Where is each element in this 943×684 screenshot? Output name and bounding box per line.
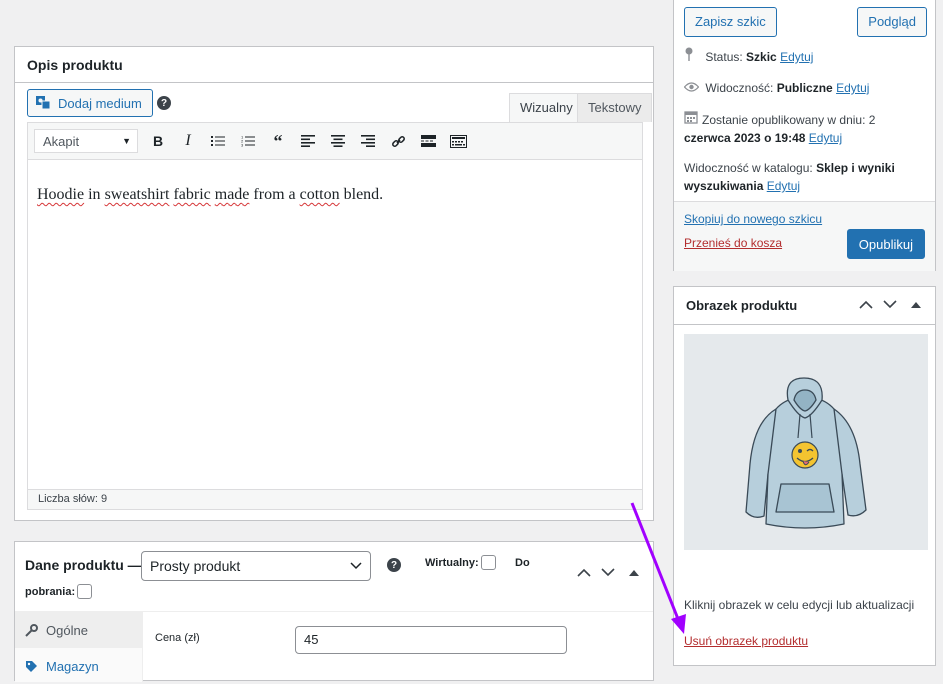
content-word: blend. [343, 186, 384, 203]
status-value: Szkic [746, 50, 777, 64]
chevron-down-icon [350, 562, 362, 570]
description-box-title: Opis produktu [15, 47, 653, 83]
eye-icon [683, 79, 702, 97]
product-image-box: Obrazek produktu Kliknij obrazek w celu … [673, 286, 936, 666]
downloadable-option: pobrania: [25, 584, 93, 599]
product-description-box: Opis produktu Dodaj medium ? Wizualny Te… [14, 46, 654, 521]
chevron-down-icon: ▼ [122, 136, 131, 146]
chevron-down-icon[interactable] [883, 300, 897, 309]
editor-content[interactable]: Hoodie in sweatshirt fabric made from a … [28, 160, 642, 230]
align-center-icon[interactable] [326, 128, 350, 154]
add-media-button[interactable]: Dodaj medium [27, 89, 153, 117]
copy-to-draft-link[interactable]: Skopiuj do nowego szkicu [684, 212, 822, 226]
catalog-label: Widoczność w katalogu: [684, 161, 813, 175]
format-select[interactable]: Akapit ▼ [34, 129, 138, 153]
bold-icon[interactable]: B [146, 128, 170, 154]
status-row: Status: Szkic Edytuj [684, 47, 813, 66]
tab-inventory[interactable]: Magazyn [15, 648, 142, 684]
status-label: Status: [705, 50, 743, 64]
visibility-edit-link[interactable]: Edytuj [836, 81, 869, 95]
content-word: a [288, 186, 296, 203]
schedule-edit-link[interactable]: Edytuj [809, 131, 842, 145]
schedule-value: czerwca 2023 o 19:48 [684, 131, 806, 145]
downloadable-label-cont: pobrania: [25, 585, 76, 598]
box-controls [577, 568, 639, 577]
numbered-list-icon[interactable]: 123 [236, 128, 260, 154]
media-icon [36, 96, 51, 110]
image-hint: Kliknij obrazek w celu edycji lub aktual… [684, 598, 915, 612]
svg-text:3: 3 [241, 143, 244, 148]
chevron-up-icon[interactable] [577, 568, 591, 577]
catalog-edit-link[interactable]: Edytuj [767, 179, 800, 193]
calendar-icon [684, 110, 702, 129]
collapse-toggle-icon[interactable] [911, 301, 921, 308]
status-edit-link[interactable]: Edytuj [780, 50, 813, 64]
box-controls [859, 300, 921, 309]
product-type-value: Prosty produkt [150, 558, 241, 574]
product-image[interactable] [684, 334, 928, 550]
virtual-label: Wirtualny: [425, 556, 479, 569]
product-data-box: Dane produktu — pobrania: Prosty produkt… [14, 541, 654, 682]
tab-visual[interactable]: Wizualny [509, 93, 584, 122]
help-icon[interactable]: ? [157, 96, 171, 110]
blockquote-icon[interactable]: “ [266, 128, 290, 154]
tab-general[interactable]: Ogólne [15, 612, 142, 648]
bullet-list-icon[interactable] [206, 128, 230, 154]
schedule-row: Zostanie opublikowany w dniu: 2 czerwca … [684, 110, 924, 147]
collapse-toggle-icon[interactable] [629, 569, 639, 576]
toolbar-toggle-icon[interactable] [446, 128, 470, 154]
preview-button[interactable]: Podgląd [857, 7, 927, 37]
catalog-visibility-row: Widoczność w katalogu: Sklep i wyniki wy… [684, 159, 924, 195]
visibility-row: Widoczność: Publiczne Edytuj [683, 79, 869, 97]
content-word: from [253, 186, 285, 203]
catalog-value-cont: wyszukiwania [684, 179, 764, 193]
visibility-label: Widoczność: [705, 81, 774, 95]
hoodie-image [745, 377, 867, 529]
chevron-down-icon[interactable] [601, 568, 615, 577]
product-data-title: Dane produktu — [25, 557, 142, 573]
save-draft-button[interactable]: Zapisz szkic [684, 7, 777, 37]
downloadable-checkbox[interactable] [77, 584, 93, 599]
chevron-up-icon[interactable] [859, 300, 873, 309]
editor-toolbar: Akapit ▼ B I 123 “ [28, 123, 642, 160]
content-word: made [214, 186, 250, 203]
product-type-select[interactable]: Prosty produkt [141, 551, 371, 581]
virtual-option: Wirtualny: [425, 555, 496, 570]
remove-image-link[interactable]: Usuń obrazek produktu [684, 634, 808, 648]
align-right-icon[interactable] [356, 128, 380, 154]
catalog-value: Sklep i wyniki [816, 161, 895, 175]
publish-button[interactable]: Opublikuj [846, 229, 925, 259]
tab-inventory-label: Magazyn [46, 658, 99, 674]
link-icon[interactable] [386, 128, 410, 154]
virtual-checkbox[interactable] [480, 555, 496, 570]
content-word: fabric [173, 186, 211, 203]
read-more-icon[interactable] [416, 128, 440, 154]
content-word: sweatshirt [104, 186, 170, 203]
content-word: in [88, 186, 101, 203]
wrench-icon [25, 623, 38, 637]
word-count: Liczba słów: 9 [28, 489, 642, 509]
align-left-icon[interactable] [296, 128, 320, 154]
content-word: Hoodie [37, 186, 85, 203]
italic-icon[interactable]: I [176, 128, 200, 154]
price-label: Cena (zł) [155, 632, 200, 644]
pin-icon [684, 47, 702, 66]
price-input[interactable]: 45 [295, 626, 567, 654]
format-select-value: Akapit [43, 133, 80, 149]
publish-actions: Skopiuj do nowego szkicu Przenieś do kos… [674, 201, 935, 271]
content-editor: Akapit ▼ B I 123 “ Hoodie in sweatshirt … [27, 122, 643, 510]
tab-text[interactable]: Tekstowy [577, 93, 653, 122]
move-to-trash-link[interactable]: Przenieś do kosza [684, 236, 782, 250]
help-icon[interactable]: ? [387, 558, 401, 572]
tab-general-label: Ogólne [46, 622, 88, 638]
visibility-value: Publiczne [776, 81, 833, 95]
tag-icon [26, 660, 37, 672]
publish-box: Zapisz szkic Podgląd Status: Szkic Edytu… [673, 0, 936, 271]
add-media-label: Dodaj medium [58, 95, 142, 111]
content-word: cotton [299, 186, 340, 203]
schedule-label: Zostanie opublikowany w dniu: 2 [702, 113, 876, 127]
product-data-tabs: Ogólne Magazyn [15, 612, 143, 682]
downloadable-label: Do [515, 557, 530, 569]
